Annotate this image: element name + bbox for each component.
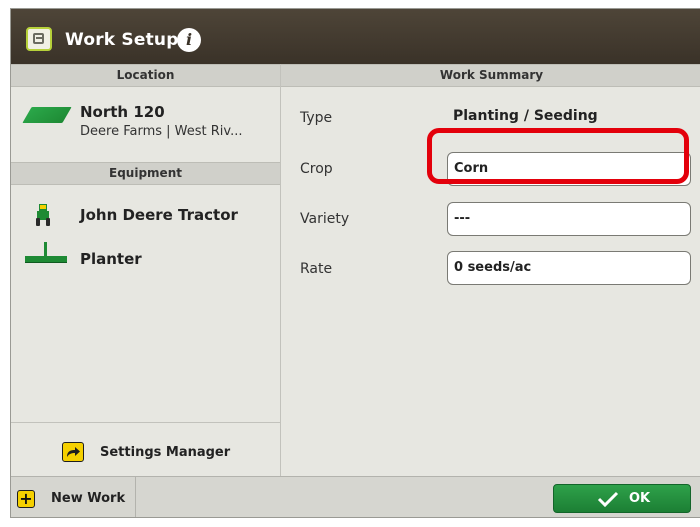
new-work-button[interactable]: + New Work [11, 477, 136, 517]
equipment-header: Equipment [11, 162, 280, 185]
info-icon[interactable]: i [177, 28, 201, 52]
settings-arrow-icon [62, 442, 84, 462]
type-value: Planting / Seeding [453, 108, 598, 124]
settings-manager-button[interactable]: Settings Manager [11, 422, 280, 476]
tractor-icon [36, 204, 50, 226]
rate-label: Rate [300, 261, 333, 277]
plus-icon: + [17, 490, 35, 508]
window-title: Work Setup [65, 30, 179, 50]
left-pane: Location North 120 Deere Farms | West Ri… [11, 64, 281, 476]
work-summary-header: Work Summary [281, 64, 700, 87]
work-setup-window: Work Setup i Location North 120 Deere Fa… [10, 8, 700, 518]
rate-field[interactable]: 0 seeds/ac [447, 251, 691, 285]
field-icon [22, 107, 72, 123]
equipment-label-tractor: John Deere Tractor [80, 206, 238, 224]
new-work-label: New Work [51, 491, 126, 506]
type-label: Type [300, 110, 333, 126]
location-name: North 120 [80, 103, 165, 121]
variety-label: Variety [300, 211, 350, 227]
title-bar: Work Setup i [11, 9, 700, 64]
location-subtitle: Deere Farms | West Riv... [80, 124, 243, 139]
equipment-item-planter[interactable]: Planter [11, 242, 280, 278]
crop-label: Crop [300, 161, 333, 177]
location-row[interactable]: North 120 Deere Farms | West Riv... [11, 89, 280, 149]
ok-button[interactable]: OK [553, 484, 691, 513]
ok-label: OK [629, 491, 651, 506]
bottom-bar: + New Work OK [11, 476, 700, 517]
crop-highlight-annotation [427, 128, 689, 184]
location-header: Location [11, 64, 280, 87]
planter-icon [25, 242, 67, 263]
work-summary-pane: Work Summary Type Planting / Seeding Cro… [281, 64, 700, 476]
check-icon [597, 491, 619, 507]
work-setup-app-icon [26, 27, 52, 51]
variety-field[interactable]: --- [447, 202, 691, 236]
settings-manager-label: Settings Manager [100, 445, 231, 460]
equipment-label-planter: Planter [80, 250, 142, 268]
equipment-item-tractor[interactable]: John Deere Tractor [11, 198, 280, 234]
